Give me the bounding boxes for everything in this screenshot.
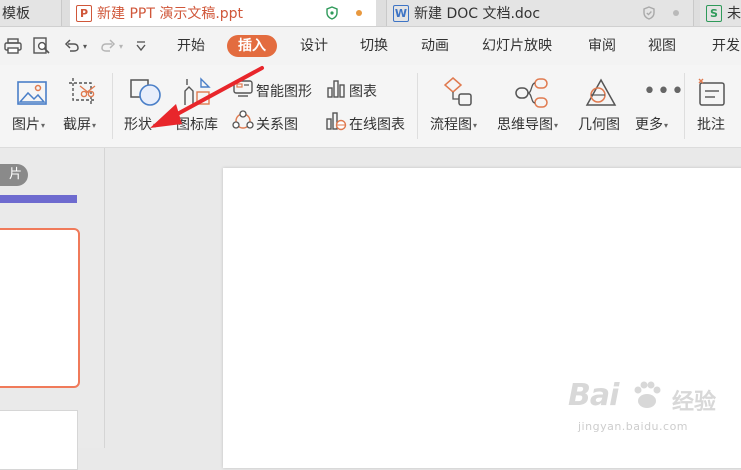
dropdown-caret-icon: ▾ xyxy=(473,120,478,130)
screenshot-icon xyxy=(69,78,96,105)
comment-label: 批注 xyxy=(697,117,725,133)
sheet-file-icon: S xyxy=(706,4,722,22)
tab-templates[interactable]: 模板 xyxy=(0,0,62,26)
redo-dropdown-icon[interactable]: ▾ xyxy=(116,36,126,56)
paw-icon xyxy=(634,381,661,408)
geometry-icon xyxy=(585,78,617,106)
dropdown-caret-icon: ▾ xyxy=(554,120,559,130)
baidu-watermark: Bai 经验 jingyan.baidu.com xyxy=(560,368,740,444)
picture-label: 图片 xyxy=(12,117,40,133)
menu-developer[interactable]: 开发 xyxy=(712,35,740,57)
geometry-label: 几何图 xyxy=(578,117,620,133)
icon-library-icon xyxy=(184,77,211,105)
online-chart-label: 在线图表 xyxy=(349,117,405,133)
menu-home[interactable]: 开始 xyxy=(177,35,205,57)
online-chart-icon xyxy=(326,112,347,131)
shield-icon xyxy=(326,6,338,20)
dropdown-caret-icon: ▾ xyxy=(41,120,46,130)
more-label: 更多 xyxy=(635,117,663,133)
print-icon[interactable] xyxy=(3,36,23,56)
flowchart-label: 流程图 xyxy=(430,117,472,133)
redo-icon[interactable] xyxy=(98,36,118,56)
dropdown-caret-icon: ▾ xyxy=(92,120,97,130)
document-tab-bar: 模板 P 新建 PPT 演示文稿.ppt W 新建 DOC 文档.doc S 未 xyxy=(0,0,741,27)
menu-insert[interactable]: 插入 xyxy=(227,35,277,57)
menu-animations[interactable]: 动画 xyxy=(421,35,449,57)
smart-graphic-label: 智能图形 xyxy=(256,84,312,100)
shape-icon xyxy=(130,79,161,106)
smart-graphic-icon xyxy=(233,80,253,97)
watermark-text: 经验 xyxy=(672,390,717,415)
slides-tab-pill[interactable]: 片 xyxy=(0,164,28,186)
customize-toolbar-icon[interactable] xyxy=(131,36,151,56)
menu-view[interactable]: 视图 xyxy=(648,35,676,57)
relation-graph-icon xyxy=(232,110,254,129)
slide-thumbnail-panel: 片 xyxy=(0,148,105,470)
insert-ribbon: 图片▾ 截屏▾ 形状▾ 图标库 智能图形 关系图 图表 在线图表 流程图▾ 思维… xyxy=(0,65,741,148)
shield-icon xyxy=(643,6,655,20)
icon-library-label: 图标库 xyxy=(176,117,218,133)
tab-label: 新建 DOC 文档.doc xyxy=(414,6,541,22)
print-preview-icon[interactable] xyxy=(32,36,52,56)
tab-label: 模板 xyxy=(2,6,30,22)
comment-icon xyxy=(698,78,725,106)
ribbon-separator xyxy=(112,73,113,139)
flowchart-icon xyxy=(443,77,472,106)
picture-icon xyxy=(17,81,47,105)
watermark-url: jingyan.baidu.com xyxy=(578,420,689,433)
mindmap-icon xyxy=(515,78,548,108)
ppt-file-icon: P xyxy=(76,4,92,22)
relation-graph-label: 关系图 xyxy=(256,117,298,133)
unsaved-dot-icon[interactable] xyxy=(356,10,362,16)
menu-transitions[interactable]: 切换 xyxy=(360,35,388,57)
close-dot-icon[interactable] xyxy=(673,10,679,16)
shape-label: 形状 xyxy=(124,117,152,133)
tab-label: 未 xyxy=(727,6,741,22)
dropdown-caret-icon: ▾ xyxy=(153,120,158,130)
tab-sheet-document[interactable]: S 未 xyxy=(700,0,741,26)
panel-indicator-bar xyxy=(0,195,77,203)
chart-icon xyxy=(327,80,345,98)
tab-doc-document[interactable]: W 新建 DOC 文档.doc xyxy=(386,0,694,26)
undo-icon[interactable] xyxy=(62,36,82,56)
undo-dropdown-icon[interactable]: ▾ xyxy=(80,36,90,56)
tab-label: 新建 PPT 演示文稿.ppt xyxy=(97,6,244,22)
doc-file-icon: W xyxy=(393,4,409,22)
slide-thumbnail-2[interactable] xyxy=(0,410,78,470)
screenshot-label: 截屏 xyxy=(63,117,91,133)
menu-slideshow[interactable]: 幻灯片放映 xyxy=(482,35,552,57)
ribbon-separator xyxy=(684,73,685,139)
chart-label: 图表 xyxy=(349,84,377,100)
mindmap-label: 思维导图 xyxy=(497,117,553,133)
more-icon: ••• xyxy=(643,79,685,104)
menu-bar: ▾ ▾ 开始 插入 设计 切换 动画 幻灯片放映 审阅 视图 开发 xyxy=(0,27,741,65)
ribbon-separator xyxy=(417,73,418,139)
slide-thumbnail-1[interactable] xyxy=(0,228,80,388)
menu-design[interactable]: 设计 xyxy=(300,35,328,57)
dropdown-caret-icon: ▾ xyxy=(664,120,669,130)
watermark-logo: Bai xyxy=(568,378,619,413)
tab-ppt-document[interactable]: P 新建 PPT 演示文稿.ppt xyxy=(70,0,376,26)
menu-review[interactable]: 审阅 xyxy=(588,35,616,57)
